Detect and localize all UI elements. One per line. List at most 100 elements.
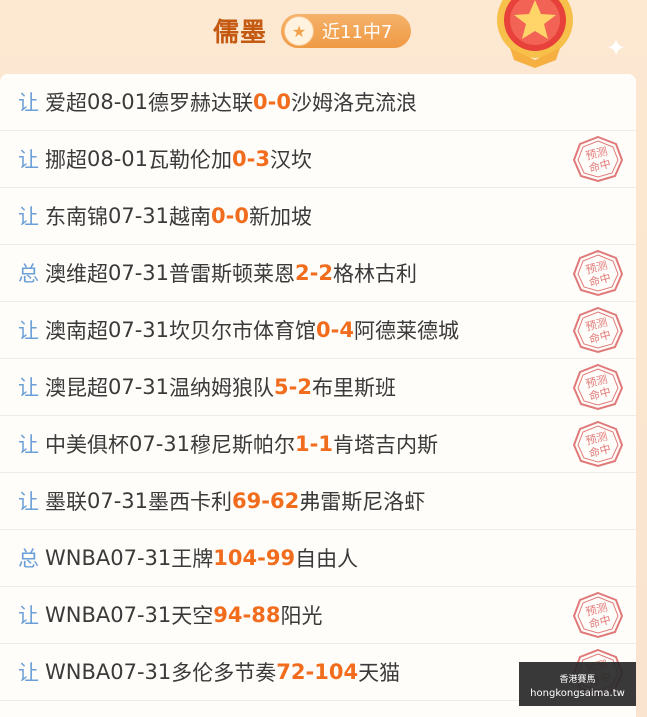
bet-type: 让 bbox=[18, 205, 39, 229]
home-team: 坎贝尔市体育馆 bbox=[169, 319, 317, 343]
bet-type: 总 bbox=[18, 547, 39, 571]
home-score: 2 bbox=[295, 261, 310, 285]
home-team: 墨西卡利 bbox=[148, 490, 233, 514]
away-score: 0 bbox=[234, 204, 249, 228]
away-team: 自由人 bbox=[295, 547, 359, 571]
league-name: 爱超 bbox=[45, 91, 87, 115]
match-date: 07-31 bbox=[129, 432, 191, 456]
home-team: 德罗赫达联 bbox=[148, 91, 254, 115]
match-list: 让爱超 08-01 德罗赫达联 0 - 0 沙姆洛克流浪让挪超 08-01 瓦勒伦加… bbox=[0, 74, 636, 717]
home-team: 多伦多节奏 bbox=[171, 661, 277, 685]
league-name: 挪超 bbox=[45, 148, 87, 172]
match-date: 07-31 bbox=[110, 603, 172, 627]
bet-type: 让 bbox=[18, 148, 39, 172]
away-team: 沙姆洛克流浪 bbox=[291, 91, 417, 115]
away-score: 1 bbox=[318, 432, 333, 456]
home-team: 瓦勒伦加 bbox=[148, 148, 233, 172]
match-date: 07-31 bbox=[108, 375, 170, 399]
sparkle-icon: ✦ bbox=[606, 34, 627, 62]
away-team: 布里斯班 bbox=[312, 376, 396, 400]
away-score: 0 bbox=[276, 90, 291, 114]
author-name: 儒墨 bbox=[213, 18, 268, 48]
away-team: 汉坎 bbox=[270, 148, 312, 172]
medal-icon bbox=[497, 0, 573, 68]
home-score: 5 bbox=[274, 375, 289, 399]
prediction-hit-stamp-icon: 预测命中 bbox=[572, 591, 624, 639]
league-name: WNBA bbox=[45, 603, 111, 627]
away-team: 新加坡 bbox=[249, 205, 312, 229]
prediction-hit-stamp-icon: 预测命中 bbox=[572, 135, 624, 183]
header: 儒墨 ★ 近11中7 ✦ bbox=[0, 0, 647, 70]
bet-type: 让 bbox=[18, 91, 39, 115]
star-icon: ★ bbox=[284, 16, 314, 46]
home-score: 0 bbox=[211, 204, 226, 228]
prediction-hit-stamp-icon: 预测命中 bbox=[572, 306, 624, 354]
match-row[interactable]: 总澳维超 07-31 普雷斯顿莱恩 2 - 2 格林古利 预测 命中 bbox=[0, 245, 636, 302]
match-row[interactable]: 总 WNBA 07-31 王牌 104 - 99 自由人 bbox=[0, 530, 636, 587]
score-dash: - bbox=[225, 204, 235, 228]
away-score: 4 bbox=[339, 318, 354, 342]
record-text: 近11中7 bbox=[322, 22, 393, 43]
league-name: 东南锦 bbox=[45, 205, 108, 229]
away-team: 阳光 bbox=[280, 604, 323, 628]
bet-type: 让 bbox=[18, 604, 39, 628]
bet-type: 让 bbox=[18, 661, 39, 685]
score-dash: - bbox=[246, 147, 256, 171]
home-score: 0 bbox=[253, 90, 268, 114]
home-score: 1 bbox=[295, 432, 310, 456]
home-score: 0 bbox=[232, 147, 247, 171]
home-team: 普雷斯顿莱恩 bbox=[169, 262, 296, 286]
home-score: 0 bbox=[316, 318, 331, 342]
match-row[interactable]: 让 WNBA 07-31 天空 94 - 88 阳光 预测 命中 bbox=[0, 587, 636, 644]
home-team: 王牌 bbox=[171, 547, 214, 571]
league-name: 澳昆超 bbox=[45, 376, 108, 400]
home-team: 天空 bbox=[171, 604, 214, 628]
away-score: 2 bbox=[318, 261, 333, 285]
home-team: 穆尼斯帕尔 bbox=[190, 433, 296, 457]
bet-type: 让 bbox=[18, 376, 39, 400]
score-dash: - bbox=[305, 660, 315, 684]
home-score: 69 bbox=[232, 489, 262, 513]
away-score: 3 bbox=[255, 147, 270, 171]
watermark-line1: 香港賽馬 bbox=[559, 675, 596, 685]
match-row[interactable]: 让东南锦 07-31 越南 0 - 0 新加坡 bbox=[0, 188, 636, 245]
league-name: WNBA bbox=[45, 660, 111, 684]
watermark-line2: hongkongsaima.tw bbox=[530, 688, 625, 699]
league-name: 墨联 bbox=[45, 490, 87, 514]
match-row[interactable]: 让澳昆超 07-31 温纳姆狼队 5 - 2 布里斯班 预测 命中 bbox=[0, 359, 636, 416]
away-score: 88 bbox=[251, 603, 281, 627]
score-dash: - bbox=[257, 546, 266, 570]
away-score: 2 bbox=[297, 375, 312, 399]
score-dash: - bbox=[267, 90, 277, 114]
bet-type: 让 bbox=[18, 319, 39, 343]
match-date: 08-01 bbox=[87, 147, 149, 171]
match-date: 07-31 bbox=[108, 318, 170, 342]
prediction-hit-stamp-icon: 预测命中 bbox=[572, 363, 624, 411]
away-score: 104 bbox=[314, 660, 359, 684]
away-score: 99 bbox=[265, 546, 296, 570]
away-team: 阿德莱德城 bbox=[354, 319, 459, 343]
score-dash: - bbox=[288, 375, 298, 399]
match-date: 07-31 bbox=[87, 489, 149, 513]
league-name: 中美俱杯 bbox=[45, 433, 129, 457]
match-row[interactable]: 让挪超 08-01 瓦勒伦加 0 - 3 汉坎 预测 命中 bbox=[0, 131, 636, 188]
match-row[interactable]: 让爱超 08-01 德罗赫达联 0 - 0 沙姆洛克流浪 bbox=[0, 74, 636, 131]
prediction-hit-stamp-icon: 预测命中 bbox=[572, 420, 624, 468]
match-row[interactable]: 让澳南超 07-31 坎贝尔市体育馆 0 - 4 阿德莱德城 预测 命中 bbox=[0, 302, 636, 359]
score-dash: - bbox=[261, 489, 270, 513]
match-row[interactable]: 让中美俱杯 07-31 穆尼斯帕尔 1 - 1 肯塔吉内斯 预测 命中 bbox=[0, 416, 636, 473]
score-dash: - bbox=[330, 318, 340, 342]
league-name: WNBA bbox=[45, 546, 111, 570]
score-dash: - bbox=[242, 603, 252, 627]
home-score: 94 bbox=[213, 603, 243, 627]
league-name: 澳南超 bbox=[45, 319, 108, 343]
league-name: 澳维超 bbox=[45, 262, 108, 286]
watermark: 香港賽馬 hongkongsaima.tw bbox=[519, 662, 636, 706]
home-score: 104 bbox=[213, 546, 258, 570]
away-score: 62 bbox=[269, 489, 300, 513]
home-team: 越南 bbox=[169, 205, 212, 229]
match-row[interactable]: 让墨联 07-31 墨西卡利 69 - 62 弗雷斯尼洛虾 bbox=[0, 473, 636, 530]
bet-type: 让 bbox=[18, 490, 39, 514]
match-date: 07-31 bbox=[108, 261, 170, 285]
away-team: 天猫 bbox=[358, 661, 401, 685]
